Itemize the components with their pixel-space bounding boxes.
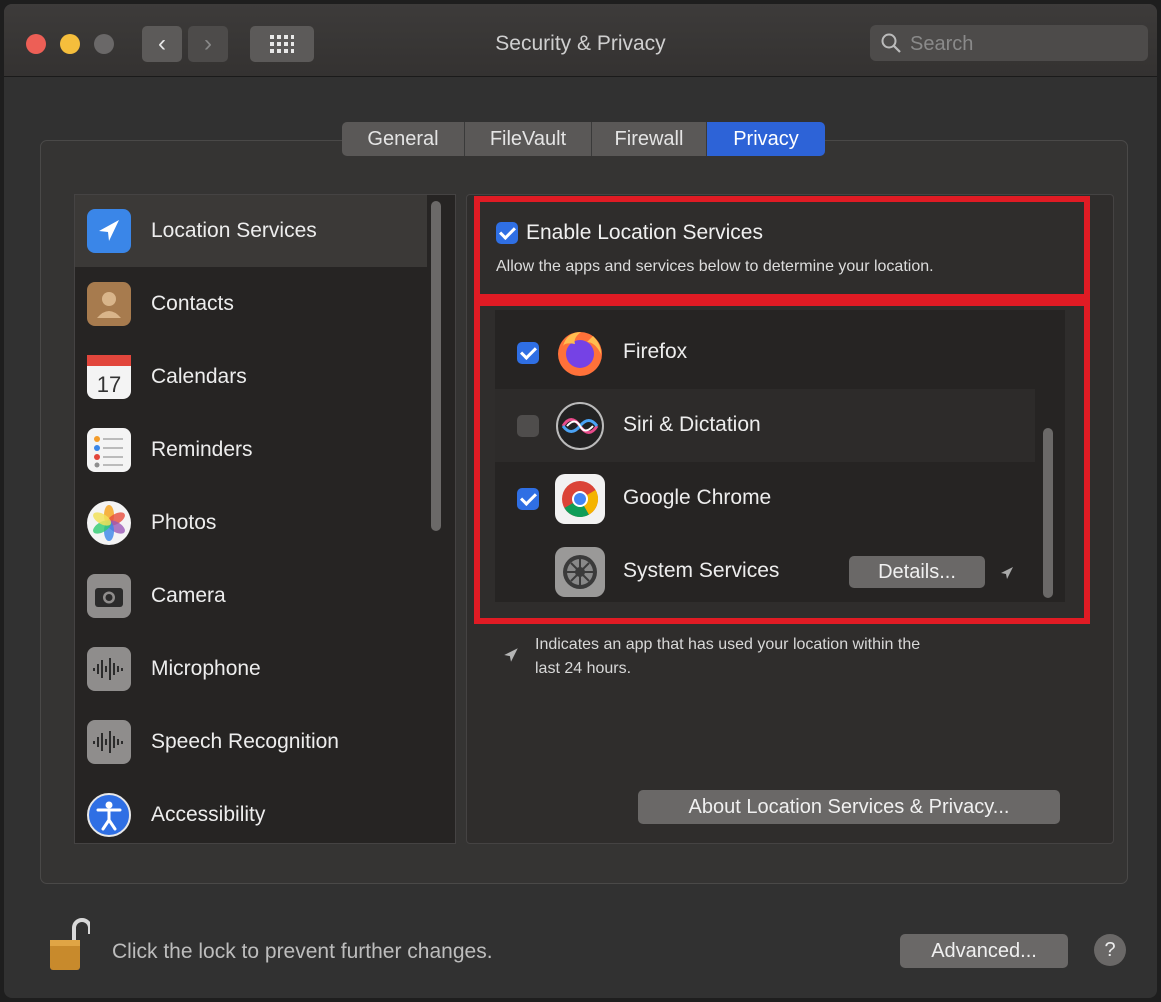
sidebar-item-label: Contacts <box>151 292 234 315</box>
sidebar-item-location-services[interactable]: Location Services <box>75 195 427 267</box>
lock-message: Click the lock to prevent further change… <box>112 940 493 963</box>
sidebar-item-reminders[interactable]: Reminders <box>75 414 427 486</box>
sidebar-item-contacts[interactable]: Contacts <box>75 268 427 340</box>
app-row-firefox[interactable]: Firefox <box>495 316 1035 389</box>
location-used-arrow-icon <box>1001 567 1013 579</box>
sidebar-item-label: Speech Recognition <box>151 730 339 753</box>
about-location-privacy-button[interactable]: About Location Services & Privacy... <box>638 790 1060 824</box>
tab-bar: General FileVault Firewall Privacy <box>342 122 825 156</box>
system-services-gear-icon <box>555 547 605 597</box>
accessibility-icon <box>87 793 131 837</box>
sidebar-item-label: Photos <box>151 511 217 534</box>
tab-firewall[interactable]: Firewall <box>592 122 707 156</box>
enable-location-description: Allow the apps and services below to det… <box>496 258 934 275</box>
svg-text:17: 17 <box>97 372 121 397</box>
search-field[interactable] <box>870 25 1148 63</box>
enable-location-services-label: Enable Location Services <box>526 221 763 244</box>
sidebar-scrollbar[interactable] <box>431 201 441 531</box>
microphone-icon <box>87 647 131 691</box>
sidebar-item-photos[interactable]: Photos <box>75 487 427 559</box>
search-icon <box>881 33 901 53</box>
chevron-right-icon: › <box>204 30 212 57</box>
app-name: Firefox <box>623 340 688 363</box>
close-button[interactable] <box>26 34 46 54</box>
tab-privacy[interactable]: Privacy <box>707 122 825 156</box>
enable-location-services-checkbox[interactable] <box>496 222 518 244</box>
lock-button[interactable] <box>48 914 92 974</box>
zoom-button[interactable] <box>94 34 114 54</box>
calendar-icon: 17 <box>87 355 131 399</box>
tab-filevault[interactable]: FileVault <box>465 122 592 156</box>
sidebar-item-label: Reminders <box>151 438 253 461</box>
sidebar-item-label: Calendars <box>151 365 247 388</box>
speech-recognition-icon <box>87 720 131 764</box>
location-app-list[interactable]: Firefox Siri & Dictation Google Chrome S… <box>495 310 1065 602</box>
siri-checkbox[interactable] <box>517 415 539 437</box>
unlocked-padlock-icon <box>50 918 92 970</box>
legend-text: Indicates an app that has used your loca… <box>535 636 921 653</box>
firefox-icon <box>555 328 605 378</box>
location-used-arrow-icon <box>504 648 518 662</box>
chrome-icon <box>555 474 605 524</box>
app-list-scrollbar[interactable] <box>1043 428 1053 598</box>
help-icon: ? <box>1104 939 1116 961</box>
reminders-icon <box>87 428 131 472</box>
location-arrow-icon <box>87 209 131 253</box>
security-privacy-window: ‹ › Security & Privacy General <box>4 4 1157 998</box>
sidebar-item-microphone[interactable]: Microphone <box>75 633 427 705</box>
app-name: Siri & Dictation <box>623 413 761 436</box>
minimize-button[interactable] <box>60 34 80 54</box>
app-row-system-services[interactable]: System Services Details... <box>495 535 1035 602</box>
chrome-checkbox[interactable] <box>517 488 539 510</box>
details-button[interactable]: Details... <box>849 556 985 588</box>
grid-icon <box>270 35 294 53</box>
app-name: System Services <box>623 559 780 582</box>
sidebar-item-label: Location Services <box>151 219 317 242</box>
show-all-button[interactable] <box>250 26 314 62</box>
sidebar-item-camera[interactable]: Camera <box>75 560 427 632</box>
firefox-checkbox[interactable] <box>517 342 539 364</box>
sidebar-item-calendars[interactable]: 17 Calendars <box>75 341 427 413</box>
back-button[interactable]: ‹ <box>142 26 182 62</box>
app-row-siri[interactable]: Siri & Dictation <box>495 389 1035 462</box>
title-bar: ‹ › Security & Privacy <box>4 4 1157 77</box>
forward-button[interactable]: › <box>188 26 228 62</box>
app-row-chrome[interactable]: Google Chrome <box>495 462 1035 535</box>
photos-icon <box>87 501 131 545</box>
siri-icon <box>555 401 605 451</box>
search-input[interactable] <box>908 25 1142 63</box>
sidebar-item-speech-recognition[interactable]: Speech Recognition <box>75 706 427 778</box>
sidebar-item-label: Microphone <box>151 657 261 680</box>
chevron-left-icon: ‹ <box>158 30 166 57</box>
legend-text: last 24 hours. <box>535 660 632 677</box>
privacy-category-list[interactable]: Location Services Contacts 17 Calendars <box>74 194 456 844</box>
camera-icon <box>87 574 131 618</box>
tab-general[interactable]: General <box>342 122 465 156</box>
contacts-icon <box>87 282 131 326</box>
sidebar-item-label: Camera <box>151 584 226 607</box>
help-button[interactable]: ? <box>1094 934 1126 966</box>
sidebar-item-label: Accessibility <box>151 803 266 826</box>
app-name: Google Chrome <box>623 486 772 509</box>
advanced-button[interactable]: Advanced... <box>900 934 1068 968</box>
sidebar-item-accessibility[interactable]: Accessibility <box>75 779 427 843</box>
